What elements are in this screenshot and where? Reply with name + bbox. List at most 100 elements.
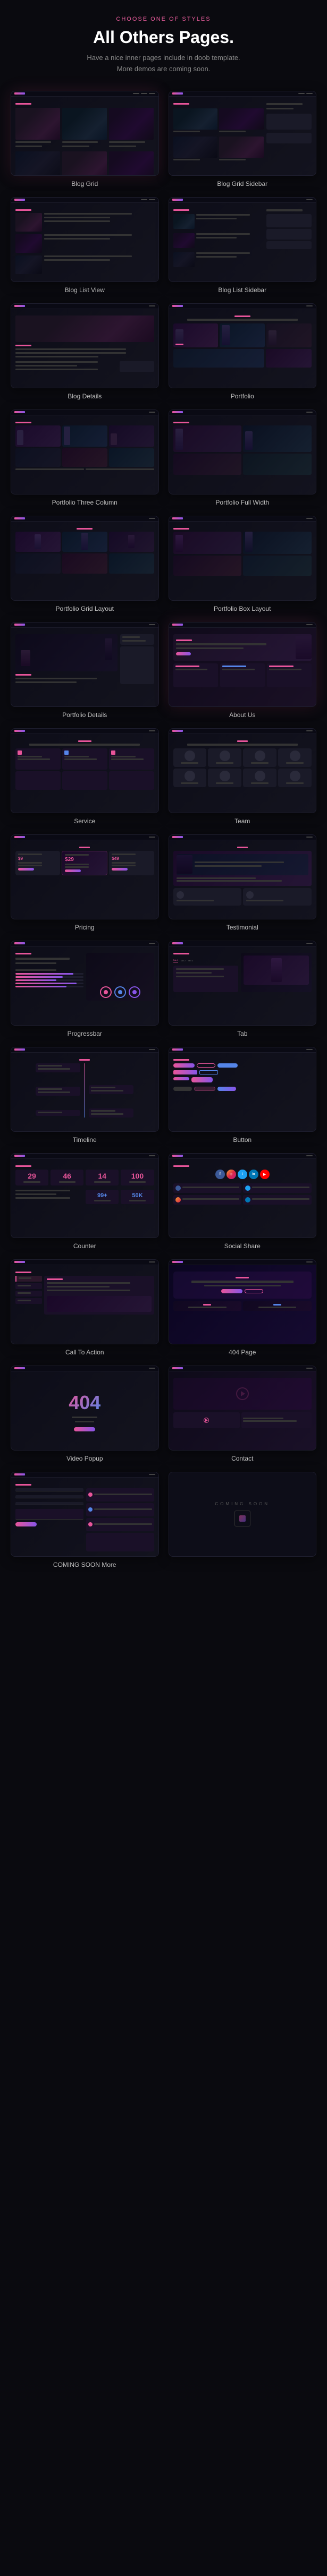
grid-item-portfolio-full: Portfolio Full Width <box>169 410 317 506</box>
portfolio-grid-item <box>62 553 107 574</box>
btn-outline <box>197 1063 215 1068</box>
item-label-portfolio: Portfolio <box>231 393 254 400</box>
preview-progressbar[interactable] <box>11 941 159 1026</box>
testimonial-card <box>173 888 242 906</box>
tab-nav: Tab 1 Tab 2 Tab 3 <box>173 957 239 962</box>
item-label-blog-list-sidebar: Blog List Sidebar <box>218 286 266 294</box>
grid-item-team: Team <box>169 728 317 825</box>
preview-call-to-action[interactable] <box>169 1259 317 1344</box>
item-label-404: Video Popup <box>66 1455 103 1462</box>
progress-bar <box>15 979 83 981</box>
cta-secondary-button <box>245 1289 263 1293</box>
preview-service[interactable] <box>11 728 159 813</box>
testimonial-featured <box>173 851 312 886</box>
progress-bar <box>15 983 83 984</box>
page-header: Choose One Of Styles All Others Pages. H… <box>11 16 316 75</box>
btn-square-primary <box>173 1070 197 1074</box>
advance-tab-item <box>15 1291 42 1296</box>
nav-logo-icon <box>172 1367 183 1369</box>
preview-team[interactable] <box>169 728 317 813</box>
nav-logo-icon <box>172 1155 183 1157</box>
contact-info-item <box>86 1488 154 1502</box>
pricing-button <box>112 868 128 871</box>
preview-button[interactable] <box>169 1047 317 1132</box>
blog-preview-img <box>15 108 60 140</box>
btn-blue <box>217 1063 238 1068</box>
sidebar-widget-mini <box>120 361 154 372</box>
preview-portfolio-3col[interactable] <box>11 410 159 494</box>
preview-portfolio[interactable] <box>169 303 317 388</box>
grid-item-blog-grid: Blog Grid <box>11 91 159 187</box>
team-avatar <box>185 750 195 761</box>
preview-pricing[interactable]: $9 $29 <box>11 834 159 919</box>
preview-blog-grid-sidebar[interactable] <box>169 91 317 176</box>
grid-item-button: Button <box>169 1047 317 1144</box>
twitter-icon: t <box>238 1170 247 1179</box>
portfolio-col-item <box>15 448 61 467</box>
item-label-advance-tab: Call To Action <box>65 1349 104 1356</box>
item-label-progressbar: Progressbar <box>68 1030 102 1037</box>
preview-404[interactable]: 404 <box>11 1366 159 1451</box>
preview-timeline[interactable] <box>11 1047 159 1132</box>
advance-tab-sidebar <box>15 1276 42 1315</box>
portfolio-full-item <box>173 425 242 452</box>
preview-coming-soon[interactable]: COMING SOON <box>169 1472 317 1557</box>
nav-link-icon <box>149 624 155 625</box>
btn-dark <box>173 1087 192 1091</box>
preview-blog-list-view[interactable] <box>11 197 159 282</box>
service-card <box>62 771 107 790</box>
grid-item-portfolio: Portfolio <box>169 303 317 400</box>
preview-tab[interactable]: Tab 1 Tab 2 Tab 3 <box>169 941 317 1026</box>
video-thumbnail <box>173 1378 312 1410</box>
preview-blog-details[interactable] <box>11 303 159 388</box>
portfolio-item <box>220 323 265 347</box>
item-label-blog-grid: Blog Grid <box>71 180 98 187</box>
advance-tab-item <box>15 1283 42 1289</box>
team-avatar <box>290 750 300 761</box>
grid-item-timeline: Timeline <box>11 1047 159 1144</box>
preview-about-us[interactable] <box>169 622 317 707</box>
portfolio-item <box>266 349 312 368</box>
nav-logo-icon <box>14 411 25 413</box>
preview-blog-grid[interactable] <box>11 91 159 176</box>
team-member-card <box>208 769 241 787</box>
preview-contact[interactable] <box>11 1472 159 1557</box>
blog-preview-img <box>173 137 218 158</box>
preview-social-share[interactable]: f ◎ t in <box>169 1153 317 1238</box>
team-member-card <box>278 748 312 767</box>
item-label-team: Team <box>234 817 250 825</box>
item-label-counter: Counter <box>73 1242 96 1250</box>
preview-portfolio-grid[interactable] <box>11 516 159 601</box>
blog-hero-img <box>15 315 154 342</box>
service-card <box>109 771 154 790</box>
go-home-button <box>74 1427 95 1431</box>
blog-preview-img <box>109 151 154 176</box>
team-member-card <box>243 748 276 767</box>
nav-link-icon <box>149 1261 155 1263</box>
nav-link-icon <box>306 837 313 838</box>
preview-portfolio-details[interactable] <box>11 622 159 707</box>
preview-advance-tab[interactable] <box>11 1259 159 1344</box>
preview-video-popup[interactable] <box>169 1366 317 1451</box>
preview-blog-list-sidebar[interactable] <box>169 197 317 282</box>
team-avatar <box>255 750 265 761</box>
about-image <box>296 636 312 659</box>
contact-map <box>86 1533 154 1551</box>
grid-item-blog-grid-sidebar: Blog Grid Sidebar <box>169 91 317 187</box>
nav-link-icon <box>298 93 305 94</box>
phone-icon <box>88 1507 93 1512</box>
preview-portfolio-full[interactable] <box>169 410 317 494</box>
btn-gradient-blue <box>217 1087 236 1091</box>
team-member-card <box>173 769 207 787</box>
nav-logo-icon <box>14 1473 25 1475</box>
preview-testimonial[interactable] <box>169 834 317 919</box>
grid-item-contact: COMING SOON More <box>11 1472 159 1568</box>
portfolio-col-item <box>62 425 107 447</box>
preview-portfolio-box[interactable] <box>169 516 317 601</box>
team-member-card <box>278 769 312 787</box>
video-info <box>241 1412 312 1428</box>
item-label-portfolio-grid: Portfolio Grid Layout <box>56 605 114 612</box>
team-avatar <box>290 771 300 781</box>
preview-counter[interactable]: 29 46 14 10 <box>11 1153 159 1238</box>
item-label-pricing: Pricing <box>75 924 95 931</box>
